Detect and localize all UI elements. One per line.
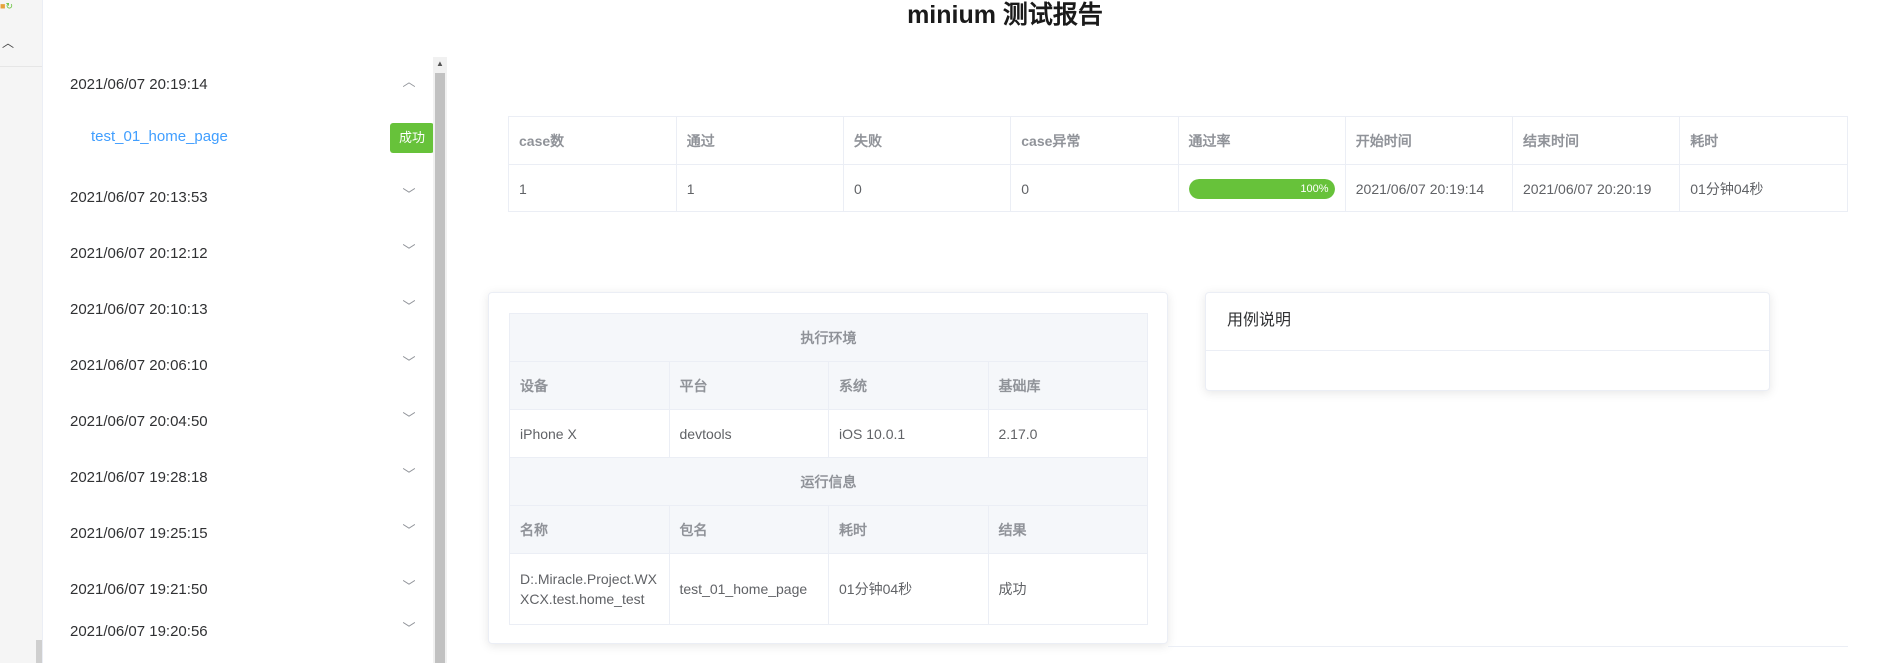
sidebar-item-date: 2021/06/07 20:04:50 — [70, 413, 208, 430]
sidebar-item-date: 2021/06/07 19:20:56 — [70, 623, 208, 640]
chevron-down-icon[interactable]: ﹀ — [401, 621, 417, 637]
sidebar-item[interactable]: 2021/06/07 20:10:13 ﹀ — [43, 285, 433, 341]
run-result: 成功 — [987, 553, 1148, 625]
run-package: test_01_home_page — [668, 553, 829, 625]
run-header-package: 包名 — [668, 505, 829, 554]
env-header-system: 系统 — [828, 361, 989, 410]
environment-table: 执行环境 设备 平台 系统 基础库 iPhone X devtools iOS … — [509, 313, 1148, 625]
summary-header-row: case数 通过 失败 case异常 通过率 开始时间 结束时间 耗时 — [509, 117, 1847, 165]
progress-label: 100% — [1300, 182, 1329, 195]
case-card-header: 用例说明 — [1206, 293, 1769, 351]
chevron-down-icon[interactable]: ﹀ — [401, 467, 417, 483]
cell-pass-rate: 100% — [1178, 164, 1346, 212]
chevron-down-icon[interactable]: ﹀ — [401, 355, 417, 371]
cell-failed: 0 — [843, 164, 1012, 212]
divider — [1168, 646, 1848, 647]
chevron-up-icon[interactable]: ︿ — [401, 74, 417, 90]
sidebar-item-date: 2021/06/07 20:10:13 — [70, 301, 208, 318]
header-pass-rate: 通过率 — [1178, 117, 1346, 165]
sidebar-item-date: 2021/06/07 19:25:15 — [70, 525, 208, 542]
header-cases: case数 — [509, 117, 677, 165]
history-sidebar: 2021/06/07 20:19:14 ︿ test_01_home_page … — [43, 60, 434, 663]
status-badge: 成功 — [390, 123, 434, 153]
chevron-down-icon[interactable]: ﹀ — [401, 411, 417, 427]
summary-table: case数 通过 失败 case异常 通过率 开始时间 结束时间 耗时 1 1 … — [508, 116, 1848, 212]
sidebar-item-date: 2021/06/07 20:06:10 — [70, 357, 208, 374]
rail-divider — [0, 66, 42, 67]
run-duration: 01分钟04秒 — [828, 553, 989, 625]
chevron-down-icon[interactable]: ﹀ — [401, 579, 417, 595]
cell-duration: 01分钟04秒 — [1690, 180, 1764, 197]
sidebar-item[interactable]: 2021/06/07 19:28:18 ﹀ — [43, 453, 433, 509]
chevron-down-icon[interactable]: ﹀ — [401, 523, 417, 539]
app-icons: ■↻ — [0, 0, 20, 12]
chevron-down-icon[interactable]: ﹀ — [401, 243, 417, 259]
cell-cases: 1 — [509, 164, 677, 212]
case-description-card: 用例说明 — [1205, 292, 1770, 391]
page-title: minium 测试报告 — [907, 1, 1103, 29]
sidebar-scroll-thumb[interactable] — [435, 73, 445, 663]
env-lib: 2.17.0 — [987, 409, 1148, 458]
header-errors: case异常 — [1010, 117, 1179, 165]
env-header-device: 设备 — [509, 361, 670, 410]
env-platform: devtools — [668, 409, 829, 458]
sidebar-item[interactable]: 2021/06/07 20:04:50 ﹀ — [43, 397, 433, 453]
chevron-down-icon[interactable]: ﹀ — [401, 187, 417, 203]
case-link[interactable]: test_01_home_page — [91, 127, 228, 147]
header-end-time: 结束时间 — [1512, 117, 1681, 165]
run-header-duration: 耗时 — [828, 505, 989, 554]
table-row: D:.Miracle.Project.WXXCX.test.home_test … — [509, 553, 1148, 625]
table-row: iPhone X devtools iOS 10.0.1 2.17.0 — [509, 409, 1148, 458]
sidebar-item-date: 2021/06/07 19:21:50 — [70, 581, 208, 598]
header-start-time: 开始时间 — [1345, 117, 1514, 165]
run-header-result: 结果 — [987, 505, 1148, 554]
run-name: D:.Miracle.Project.WXXCX.test.home_test — [509, 553, 670, 625]
header-passed: 通过 — [676, 117, 845, 165]
env-section-title: 执行环境 — [509, 313, 1148, 362]
run-section-title: 运行信息 — [509, 457, 1148, 506]
environment-card: 执行环境 设备 平台 系统 基础库 iPhone X devtools iOS … — [488, 292, 1168, 644]
sidebar-item-date: 2021/06/07 20:13:53 — [70, 189, 208, 206]
sidebar-item[interactable]: 2021/06/07 19:25:15 ﹀ — [43, 509, 433, 565]
left-rail: ■↻ ︿ — [0, 0, 43, 663]
table-row: 1 1 0 0 100% 2021/06/07 20:19:14 2021/06… — [509, 164, 1847, 212]
cell-passed: 1 — [676, 164, 845, 212]
env-system: iOS 10.0.1 — [828, 409, 989, 458]
pass-rate-progress-bar: 100% — [1188, 178, 1335, 199]
cell-errors: 0 — [1010, 164, 1179, 212]
scroll-up-arrow-icon[interactable]: ▲ — [433, 57, 447, 71]
case-card-title: 用例说明 — [1227, 312, 1292, 329]
header-duration: 耗时 — [1679, 117, 1847, 165]
env-header-platform: 平台 — [668, 361, 829, 410]
chevron-up-icon[interactable]: ︿ — [2, 36, 16, 50]
header-failed: 失败 — [843, 117, 1012, 165]
sidebar-item-date: 2021/06/07 20:19:14 — [70, 76, 208, 93]
sidebar-item[interactable]: 2021/06/07 20:12:12 ﹀ — [43, 229, 433, 285]
sidebar-item[interactable]: 2021/06/07 19:20:56 ﹀ — [43, 607, 433, 663]
cell-end-time: 2021/06/07 20:20:19 — [1512, 164, 1681, 212]
chevron-down-icon[interactable]: ﹀ — [401, 299, 417, 315]
env-device: iPhone X — [509, 409, 670, 458]
sidebar-item[interactable]: 2021/06/07 20:13:53 ﹀ — [43, 173, 433, 229]
env-header-lib: 基础库 — [987, 361, 1148, 410]
sidebar-item[interactable]: 2021/06/07 20:06:10 ﹀ — [43, 341, 433, 397]
sidebar-item-expanded[interactable]: 2021/06/07 20:19:14 ︿ — [43, 60, 433, 116]
cell-start-time: 2021/06/07 20:19:14 — [1345, 164, 1514, 212]
sidebar-item-date: 2021/06/07 19:28:18 — [70, 469, 208, 486]
run-header-name: 名称 — [509, 505, 670, 554]
sidebar-item-date: 2021/06/07 20:12:12 — [70, 245, 208, 262]
refresh-icon: ↻ — [5, 1, 13, 11]
